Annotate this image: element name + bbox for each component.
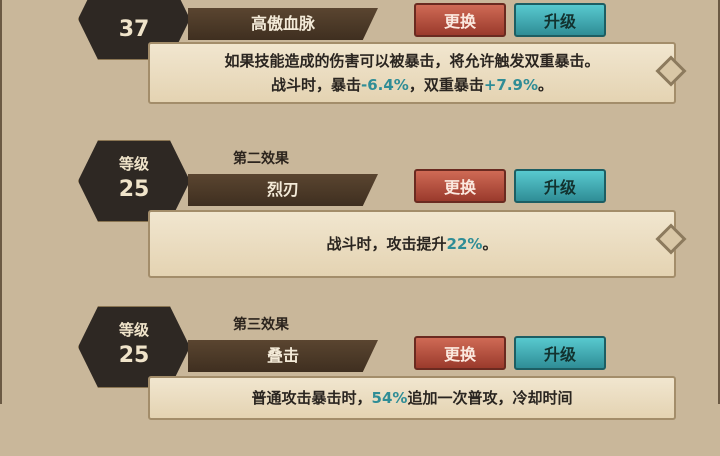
level-label: 等级 xyxy=(118,321,149,339)
level-value: 25 xyxy=(118,177,150,202)
swap-button[interactable]: 更换 xyxy=(414,336,506,370)
effect-slot-label: 第三效果 xyxy=(233,317,289,333)
effect-card-3: 等级 25 第三效果 叠击 更换 升级 普通攻击暴击时，54%追加一次普攻，冷却… xyxy=(48,298,676,456)
swap-button[interactable]: 更换 xyxy=(414,3,506,37)
level-value: 25 xyxy=(118,343,150,368)
desc-line: 普通攻击暴击时，54%追加一次普攻，冷却时间 xyxy=(251,389,573,407)
desc-line: 战斗时，攻击提升22%。 xyxy=(326,235,498,253)
effect-description: 普通攻击暴击时，54%追加一次普攻，冷却时间 xyxy=(148,376,676,420)
level-value: 37 xyxy=(118,17,150,42)
desc-line: 如果技能造成的伤害可以被暴击，将允许触发双重暴击。 xyxy=(224,52,600,70)
effect-card-1: 37 高傲血脉 更换 升级 如果技能造成的伤害可以被暴击，将允许触发双重暴击。 … xyxy=(48,0,687,126)
effect-name: 高傲血脉 xyxy=(188,8,378,40)
upgrade-button[interactable]: 升级 xyxy=(514,169,606,203)
effect-card-2: 等级 25 第二效果 烈刃 更换 升级 战斗时，攻击提升22%。 xyxy=(48,132,687,290)
effect-name: 烈刃 xyxy=(188,174,378,206)
level-label: 等级 xyxy=(118,155,149,173)
swap-button[interactable]: 更换 xyxy=(414,169,506,203)
effect-name: 叠击 xyxy=(188,340,378,372)
effect-description: 如果技能造成的伤害可以被暴击，将允许触发双重暴击。 战斗时，暴击-6.4%，双重… xyxy=(148,42,676,104)
desc-line: 战斗时，暴击-6.4%，双重暴击+7.9%。 xyxy=(270,76,554,94)
effect-slot-label: 第二效果 xyxy=(233,151,289,167)
upgrade-button[interactable]: 升级 xyxy=(514,336,606,370)
effect-description: 战斗时，攻击提升22%。 xyxy=(148,210,676,278)
upgrade-button[interactable]: 升级 xyxy=(514,3,606,37)
